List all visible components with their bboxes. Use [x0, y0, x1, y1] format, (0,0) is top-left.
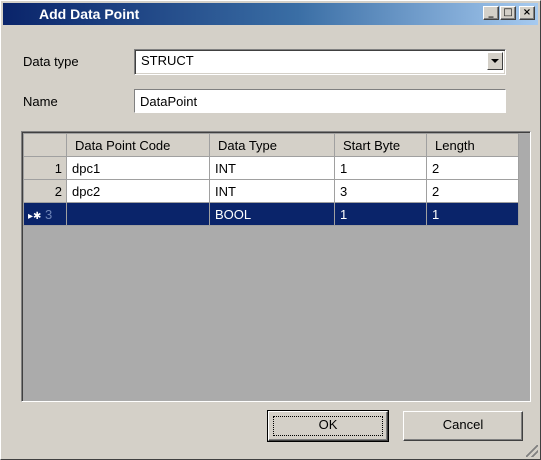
close-button[interactable]: ×: [519, 6, 535, 20]
resize-grip-icon[interactable]: [526, 445, 538, 457]
data-type-label: Data type: [23, 54, 79, 69]
cell-data-type[interactable]: INT: [209, 179, 335, 203]
cell-data-point-code[interactable]: dpc1: [66, 156, 210, 180]
row-header[interactable]: 1: [23, 156, 67, 180]
data-type-select[interactable]: STRUCT: [134, 49, 506, 75]
cell-length[interactable]: 2: [426, 156, 519, 180]
table-row[interactable]: 2 dpc2 INT 3 2: [23, 179, 519, 203]
cell-data-type[interactable]: BOOL: [209, 202, 335, 226]
data-point-table: Data Point Code Data Type Start Byte Len…: [23, 133, 519, 226]
data-point-grid[interactable]: Data Point Code Data Type Start Byte Len…: [21, 131, 531, 402]
cancel-button-label: Cancel: [442, 417, 484, 432]
add-data-point-dialog: Add Data Point _ □ × Data type STRUCT Na…: [0, 0, 541, 460]
grid-header-row: Data Point Code Data Type Start Byte Len…: [23, 133, 519, 157]
cell-length[interactable]: 1: [426, 202, 519, 226]
row-index: 3: [45, 206, 53, 222]
maximize-button[interactable]: □: [500, 6, 516, 20]
title-bar[interactable]: Add Data Point _ □ ×: [3, 3, 538, 25]
ok-button[interactable]: OK: [267, 410, 389, 442]
focus-rectangle: [273, 416, 383, 436]
row-header[interactable]: ▸✱ 3: [23, 202, 67, 226]
dropdown-arrow-icon[interactable]: [487, 52, 503, 70]
cell-start-byte[interactable]: 1: [334, 202, 427, 226]
cell-start-byte[interactable]: 1: [334, 156, 427, 180]
column-header-data-type[interactable]: Data Type: [209, 133, 335, 157]
window-title: Add Data Point: [39, 6, 140, 22]
column-header-start-byte[interactable]: Start Byte: [334, 133, 427, 157]
name-label: Name: [23, 94, 58, 109]
data-type-selected-value: STRUCT: [141, 53, 194, 68]
row-header[interactable]: 2: [23, 179, 67, 203]
cell-start-byte[interactable]: 3: [334, 179, 427, 203]
column-header-data-point-code[interactable]: Data Point Code: [66, 133, 210, 157]
name-input[interactable]: [134, 89, 506, 113]
grid-corner-cell[interactable]: [23, 133, 67, 157]
minimize-icon: _: [488, 7, 494, 18]
minimize-button[interactable]: _: [483, 6, 499, 20]
cell-data-point-code[interactable]: [66, 202, 210, 226]
cell-length[interactable]: 2: [426, 179, 519, 203]
close-icon: ×: [522, 7, 532, 18]
maximize-icon: □: [503, 7, 513, 18]
cancel-button[interactable]: Cancel: [403, 411, 523, 441]
cell-data-point-code[interactable]: dpc2: [66, 179, 210, 203]
table-row-selected[interactable]: ▸✱ 3 BOOL 1 1: [23, 202, 519, 226]
table-row[interactable]: 1 dpc1 INT 1 2: [23, 156, 519, 180]
column-header-length[interactable]: Length: [426, 133, 519, 157]
new-row-marker-icon: ▸✱: [28, 210, 42, 222]
cell-data-type[interactable]: INT: [209, 156, 335, 180]
